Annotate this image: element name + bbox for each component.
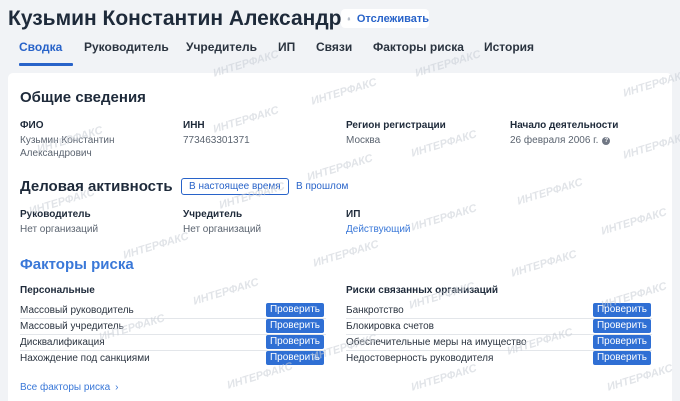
risk-factors-heading: Факторы риска [20,256,134,273]
tab-history[interactable]: История [484,40,534,54]
fio-label: ФИО [20,120,44,131]
check-button[interactable]: Проверить [266,303,324,317]
risk-name: Нахождение под санкциями [20,353,150,364]
general-info-heading: Общие сведения [20,89,146,106]
check-button[interactable]: Проверить [593,319,651,333]
tab-manager[interactable]: Руководитель [84,40,169,54]
tab-founder[interactable]: Учредитель [186,40,257,54]
start-date-label: Начало деятельности [510,120,619,131]
start-date-row: 26 февраля 2006 г.? [510,134,611,147]
all-risk-factors-link[interactable]: Все факторы риска › [20,382,119,393]
inn-label: ИНН [183,120,205,131]
risk-name: Недостоверность руководителя [346,353,494,364]
chevron-right-icon: › [115,382,119,393]
risk-row: Нахождение под санкциями Проверить [20,351,326,367]
track-button[interactable]: Отслеживать [341,9,429,28]
check-button[interactable]: Проверить [593,351,651,365]
risk-name: Банкротство [346,305,404,316]
period-current-button[interactable]: В настоящее время [181,178,289,195]
check-button[interactable]: Проверить [266,351,324,365]
tab-bar: Сводка Руководитель Учредитель ИП Связи … [0,38,680,66]
start-date-value: 26 февраля 2006 г. [510,135,599,146]
business-activity-heading: Деловая активность [20,178,173,195]
fio-value-line1: Кузьмин Константин [20,135,115,146]
check-button[interactable]: Проверить [266,335,324,349]
tab-connections[interactable]: Связи [316,40,352,54]
check-button[interactable]: Проверить [593,303,651,317]
risk-name: Дисквалификация [20,337,105,348]
risk-name: Массовый руководитель [20,305,134,316]
related-risks-label: Риски связанных организаций [346,285,499,296]
personal-risks-label: Персональные [20,285,95,296]
check-button[interactable]: Проверить [266,319,324,333]
track-button-label: Отслеживать [356,12,429,25]
bell-icon [347,16,351,21]
risk-row: Банкротство Проверить [346,303,652,319]
region-label: Регион регистрации [346,120,446,131]
tab-summary[interactable]: Сводка [19,40,62,54]
risk-row: Недостоверность руководителя Проверить [346,351,652,367]
check-button[interactable]: Проверить [593,335,651,349]
risk-row: Обеспечительные меры на имущество Провер… [346,335,652,351]
risk-row: Массовый учредитель Проверить [20,319,326,335]
risk-row: Блокировка счетов Проверить [346,319,652,335]
founder-label: Учредитель [183,209,243,220]
founder-value: Нет организаций [183,224,262,235]
risk-name: Обеспечительные меры на имущество [346,337,527,348]
active-tab-indicator [19,63,73,66]
ip-label: ИП [346,209,361,220]
risk-name: Блокировка счетов [346,321,434,332]
help-icon[interactable]: ? [602,137,611,145]
tab-ip[interactable]: ИП [278,40,295,54]
ip-status-link[interactable]: Действующий [346,223,411,236]
page-header: Кузьмин Константин Александрович Отслежи… [0,0,680,66]
manager-value: Нет организаций [20,224,99,235]
inn-value: 773463301371 [183,135,250,146]
region-value: Москва [346,135,381,146]
risk-row: Массовый руководитель Проверить [20,303,326,319]
all-risk-factors-label: Все факторы риска [20,382,111,393]
fio-value-line2: Александрович [20,148,92,159]
risk-name: Массовый учредитель [20,321,124,332]
risk-row: Дисквалификация Проверить [20,335,326,351]
period-past-button[interactable]: В прошлом [289,178,355,195]
page-title: Кузьмин Константин Александрович [8,7,393,30]
manager-label: Руководитель [20,209,91,220]
tab-risk-factors[interactable]: Факторы риска [373,40,464,54]
